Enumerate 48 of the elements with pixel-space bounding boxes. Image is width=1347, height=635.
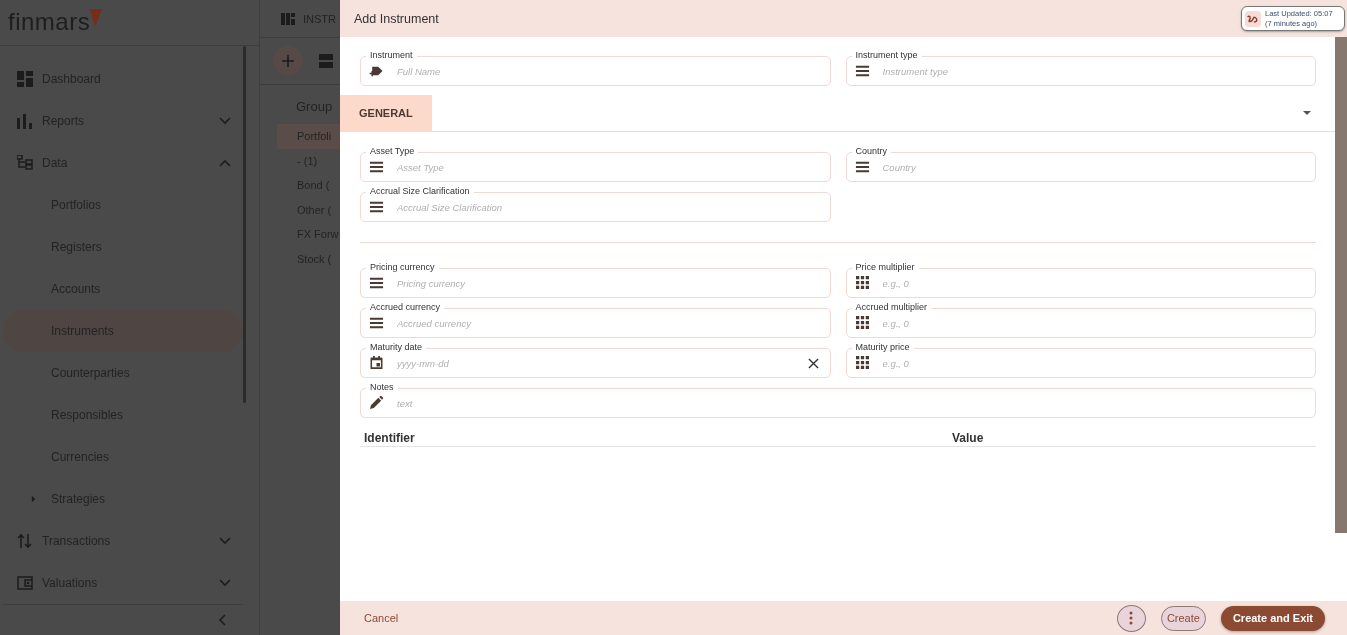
bar-chart-icon: [17, 112, 33, 129]
calendar-icon: [370, 356, 383, 369]
chevron-left-icon[interactable]: [218, 613, 226, 626]
field-label: Notes: [366, 381, 398, 393]
field-label: Maturity price: [851, 341, 914, 353]
create-and-exit-button[interactable]: Create and Exit: [1220, 605, 1325, 631]
menu-icon: [369, 317, 384, 329]
dialog-title: Add Instrument: [354, 11, 439, 26]
field-label: Accrual Size Clarification: [366, 185, 474, 197]
wallet-icon: [17, 574, 33, 591]
field-label: Accrued currency: [366, 301, 445, 313]
menu-icon: [854, 65, 870, 77]
swap-arrows-icon: [17, 532, 33, 549]
keypad-icon: [855, 356, 869, 369]
tag-icon: [369, 65, 384, 77]
field-label: Country: [851, 145, 891, 157]
scrollbar-thumb[interactable]: [1335, 37, 1347, 533]
database-icon[interactable]: [319, 54, 333, 68]
dashboard-icon: [17, 70, 33, 87]
field-label: Maturity date: [366, 341, 427, 353]
field-label: Asset Type: [366, 145, 419, 157]
hierarchy-icon: [17, 154, 33, 171]
more-button[interactable]: [1116, 604, 1146, 632]
triangle-icon: [90, 9, 103, 28]
more-vertical-icon: [1129, 611, 1134, 625]
field-label: Pricing currency: [366, 261, 439, 273]
field-label: Instrument: [366, 49, 417, 61]
cancel-button[interactable]: Cancel: [364, 612, 399, 624]
pencil-icon: [370, 396, 383, 409]
menu-icon: [854, 161, 870, 173]
squiggle-icon: [1245, 10, 1261, 27]
column-header: Identifier: [364, 431, 416, 445]
field-label: Price multiplier: [851, 261, 919, 273]
add-button[interactable]: [273, 46, 303, 76]
field-label: Accrued multiplier: [851, 301, 932, 313]
menu-icon: [369, 277, 384, 289]
close-icon[interactable]: [807, 358, 819, 369]
columns-icon: [281, 12, 295, 25]
field-label: Instrument type: [851, 49, 922, 61]
section-tab[interactable]: GENERAL: [340, 95, 432, 131]
caret-down-icon[interactable]: [1303, 110, 1311, 116]
column-header: Value: [952, 431, 985, 445]
menu-icon: [369, 161, 384, 173]
menu-icon: [369, 201, 384, 213]
plus-icon: [282, 55, 294, 67]
keypad-icon: [855, 316, 869, 329]
create-button[interactable]: Create: [1160, 605, 1206, 631]
keypad-icon: [855, 276, 869, 289]
